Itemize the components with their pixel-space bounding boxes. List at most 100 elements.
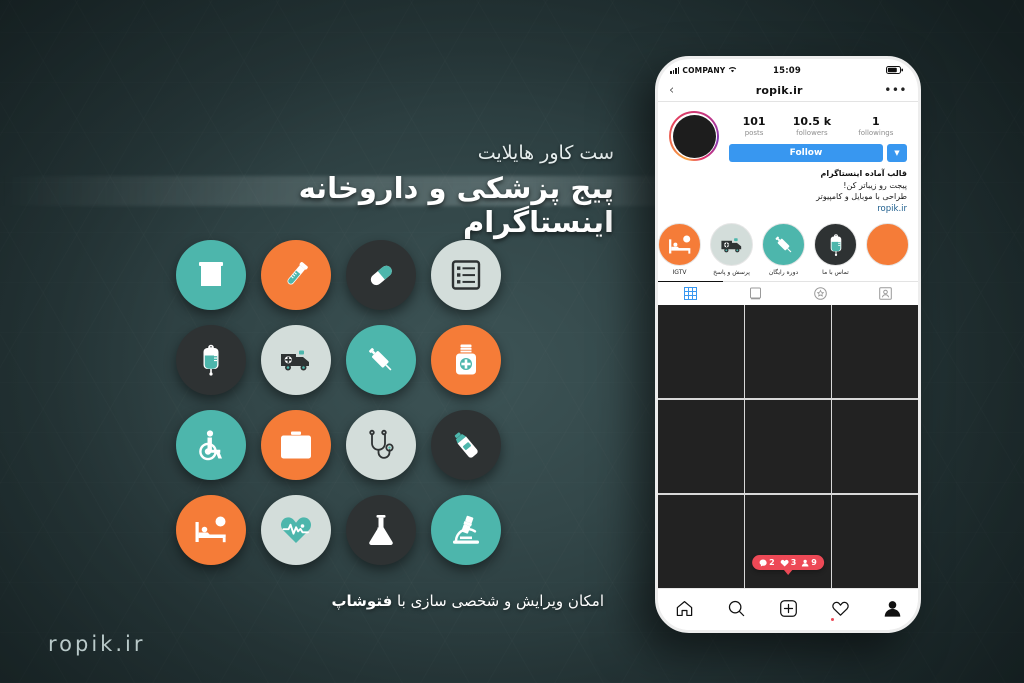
follow-button[interactable]: Follow — [729, 144, 883, 162]
icon-cell — [168, 487, 253, 572]
icon-cell — [423, 232, 508, 317]
icon-cell — [338, 317, 423, 402]
pill-capsule-icon — [345, 239, 416, 310]
microscope-icon — [430, 494, 501, 565]
story-highlight[interactable]: IGTV — [658, 223, 701, 276]
ointment-tube-icon — [430, 409, 501, 480]
highlight-caption: پرسش و پاسخ — [713, 269, 750, 277]
status-left: COMPANY — [670, 66, 773, 75]
followers-badge-count: 9 — [811, 558, 817, 567]
profile-navbar: ‹ ropik.ir ••• — [658, 79, 918, 102]
highlight-cover-ambulance-icon — [710, 223, 753, 267]
post-thumbnail[interactable] — [658, 305, 744, 399]
heart-icon — [780, 559, 789, 566]
followings-label: followings — [858, 129, 894, 137]
posts-count: 101 — [742, 115, 766, 128]
headline-block: ست کاور هایلایت پیج پزشکی و داروخانه این… — [154, 142, 614, 239]
battery-icon — [886, 65, 904, 76]
heart-icon[interactable] — [831, 599, 850, 621]
hospital-bed-icon — [175, 494, 246, 565]
post-thumbnail[interactable] — [832, 305, 918, 399]
poster-footer-note: امکان ویرایش و شخصی سازی با فتوشاپ — [331, 592, 604, 610]
stat-followings[interactable]: 1 followings — [858, 115, 893, 137]
tab-person[interactable] — [853, 282, 918, 305]
icon-cell — [338, 232, 423, 317]
icon-cell — [168, 232, 253, 317]
icon-cell — [423, 402, 508, 487]
profile-icon[interactable] — [883, 599, 902, 621]
post-thumbnail[interactable] — [832, 494, 918, 588]
bio-link[interactable]: ropik.ir — [669, 203, 907, 215]
highlight-caption: IGTV — [672, 269, 687, 277]
first-aid-kit-icon — [260, 409, 331, 480]
badge-likes: 3 — [780, 558, 797, 567]
follow-row: Follow ▼ — [729, 144, 907, 162]
more-options-icon[interactable]: ••• — [884, 83, 907, 97]
stat-posts[interactable]: 101 posts — [743, 115, 766, 137]
profile-tabs — [658, 281, 918, 305]
person-icon — [802, 559, 809, 567]
icon-cell — [253, 317, 338, 402]
wifi-icon — [728, 66, 737, 75]
highlight-cover-iv-icon — [814, 223, 857, 267]
bio-line-1: قالب آماده اینستاگرام — [820, 169, 907, 178]
footer-bold-text: فتوشاپ — [331, 592, 393, 610]
chevron-down-icon[interactable]: ▼ — [887, 144, 907, 162]
likes-count: 3 — [790, 558, 797, 567]
add-icon[interactable] — [779, 599, 798, 621]
bio-line-2: پیجت رو زیباتر کن! — [843, 180, 907, 190]
status-bar: COMPANY 15:09 — [658, 59, 918, 79]
story-highlight[interactable]: تماس با ما — [814, 223, 857, 276]
icon-cell — [253, 487, 338, 572]
pharmacy-building-icon — [175, 239, 246, 310]
icon-grid — [168, 232, 508, 572]
reels-icon — [750, 287, 761, 300]
badge-followers: 9 — [801, 558, 817, 567]
iv-drip-bag-icon — [175, 324, 246, 395]
status-right — [801, 65, 904, 76]
status-time: 15:09 — [772, 65, 802, 76]
story-highlight[interactable]: دوره رایگان — [762, 223, 805, 276]
comment-icon — [759, 558, 767, 567]
followers-label: followers — [796, 129, 828, 137]
avatar-inner — [671, 113, 717, 159]
avatar-image — [672, 114, 716, 158]
post-thumbnail[interactable] — [745, 399, 831, 494]
comments-count: 2 — [769, 558, 775, 567]
highlight-cover-bed-icon — [658, 223, 701, 267]
avatar[interactable] — [669, 111, 719, 161]
grid-icon — [684, 287, 697, 301]
phone-mockup: COMPANY 15:09 ‹ ropik.ir ••• 101 posts 1… — [655, 56, 921, 633]
test-tube-icon — [260, 239, 331, 310]
tab-tagged-star[interactable] — [788, 282, 853, 305]
heart-pulse-icon — [260, 494, 331, 565]
footer-text: امکان ویرایش و شخصی سازی با — [392, 592, 604, 610]
icon-cell — [338, 487, 423, 572]
home-icon[interactable] — [675, 599, 694, 621]
post-thumbnail[interactable] — [745, 305, 831, 399]
post-thumbnail[interactable] — [658, 494, 744, 588]
tab-reels[interactable] — [723, 282, 788, 305]
syringe-icon — [345, 324, 416, 395]
highlight-caption: دوره رایگان — [768, 269, 799, 277]
carrier-label: COMPANY — [682, 66, 726, 75]
tab-grid[interactable] — [658, 281, 723, 305]
icon-cell — [253, 232, 338, 317]
clipboard-list-icon — [430, 239, 501, 310]
person-card-icon — [879, 287, 892, 300]
search-icon[interactable] — [727, 599, 746, 621]
ambulance-icon — [260, 324, 331, 395]
back-icon[interactable]: ‹ — [669, 83, 674, 98]
phone-screen: COMPANY 15:09 ‹ ropik.ir ••• 101 posts 1… — [658, 59, 918, 630]
profile-username: ropik.ir — [755, 83, 803, 97]
badge-comments: 2 — [759, 558, 775, 567]
icon-cell — [168, 317, 253, 402]
post-thumbnail[interactable] — [658, 399, 744, 494]
posts-grid: 2 3 9 — [658, 305, 918, 588]
stat-followers[interactable]: 10.5 k followers — [793, 115, 831, 137]
story-highlight[interactable] — [866, 223, 909, 276]
post-thumbnail[interactable] — [832, 399, 918, 494]
story-highlight[interactable]: پرسش و پاسخ — [710, 223, 753, 276]
followers-count: 10.5 k — [792, 115, 832, 128]
highlight-cover-syringe-icon — [762, 223, 805, 267]
